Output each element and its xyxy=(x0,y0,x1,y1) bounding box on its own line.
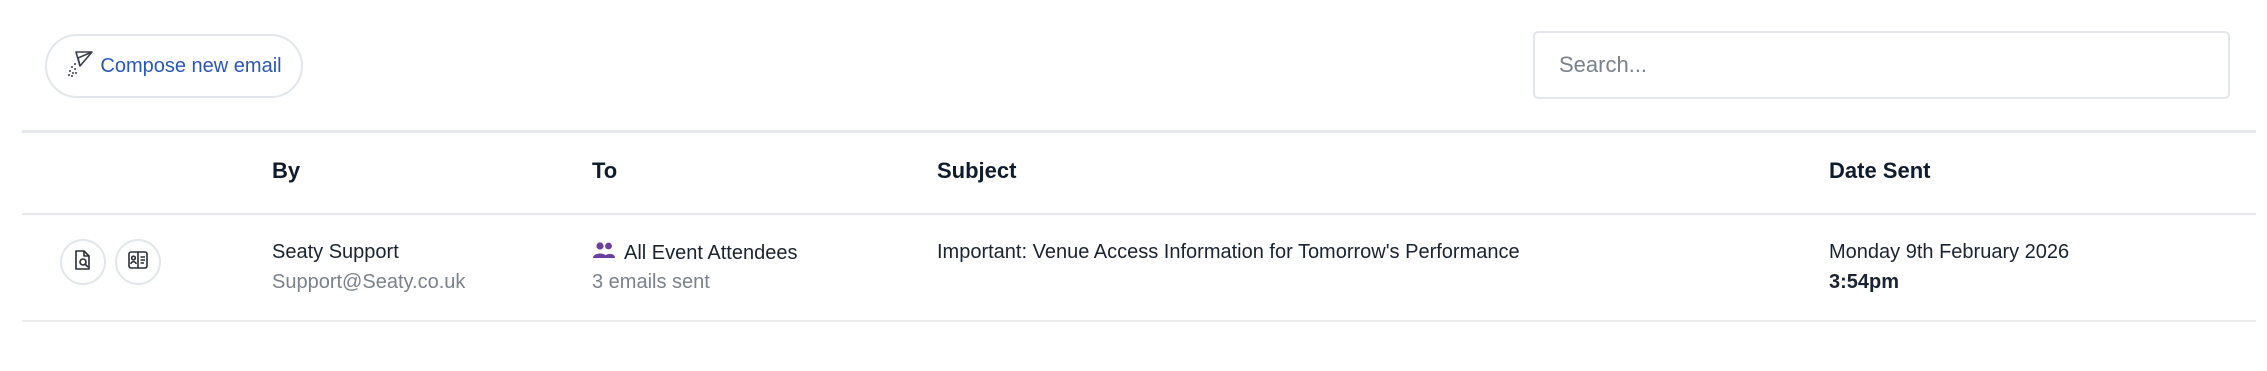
column-header-by: By xyxy=(272,158,301,183)
document-search-icon xyxy=(72,249,94,276)
email-subject: Important: Venue Access Information for … xyxy=(937,241,1520,263)
compose-email-button[interactable]: Compose new email xyxy=(45,34,303,98)
column-header-to: To xyxy=(592,158,618,183)
sender-email: Support@Seaty.co.uk xyxy=(272,271,466,293)
column-header-subject: Subject xyxy=(937,158,1017,183)
compose-email-label: Compose new email xyxy=(100,54,282,77)
paper-plane-icon xyxy=(66,48,94,84)
time-sent: 3:54pm xyxy=(1829,271,1900,293)
column-header-date-sent: Date Sent xyxy=(1829,158,1931,183)
users-icon xyxy=(592,241,616,265)
view-recipients-button[interactable] xyxy=(115,239,161,285)
recipient-group: All Event Attendees xyxy=(592,241,797,265)
recipient-group-label: All Event Attendees xyxy=(624,241,798,264)
search-input[interactable] xyxy=(1533,31,2230,99)
row-divider xyxy=(22,320,2256,322)
sender-name: Seaty Support xyxy=(272,241,399,263)
address-card-icon xyxy=(127,249,149,276)
emails-sent-count: 3 emails sent xyxy=(592,271,710,293)
header-divider xyxy=(22,213,2256,215)
date-sent: Monday 9th February 2026 xyxy=(1829,241,2070,263)
preview-email-button[interactable] xyxy=(60,239,106,285)
table-top-divider xyxy=(22,130,2256,133)
